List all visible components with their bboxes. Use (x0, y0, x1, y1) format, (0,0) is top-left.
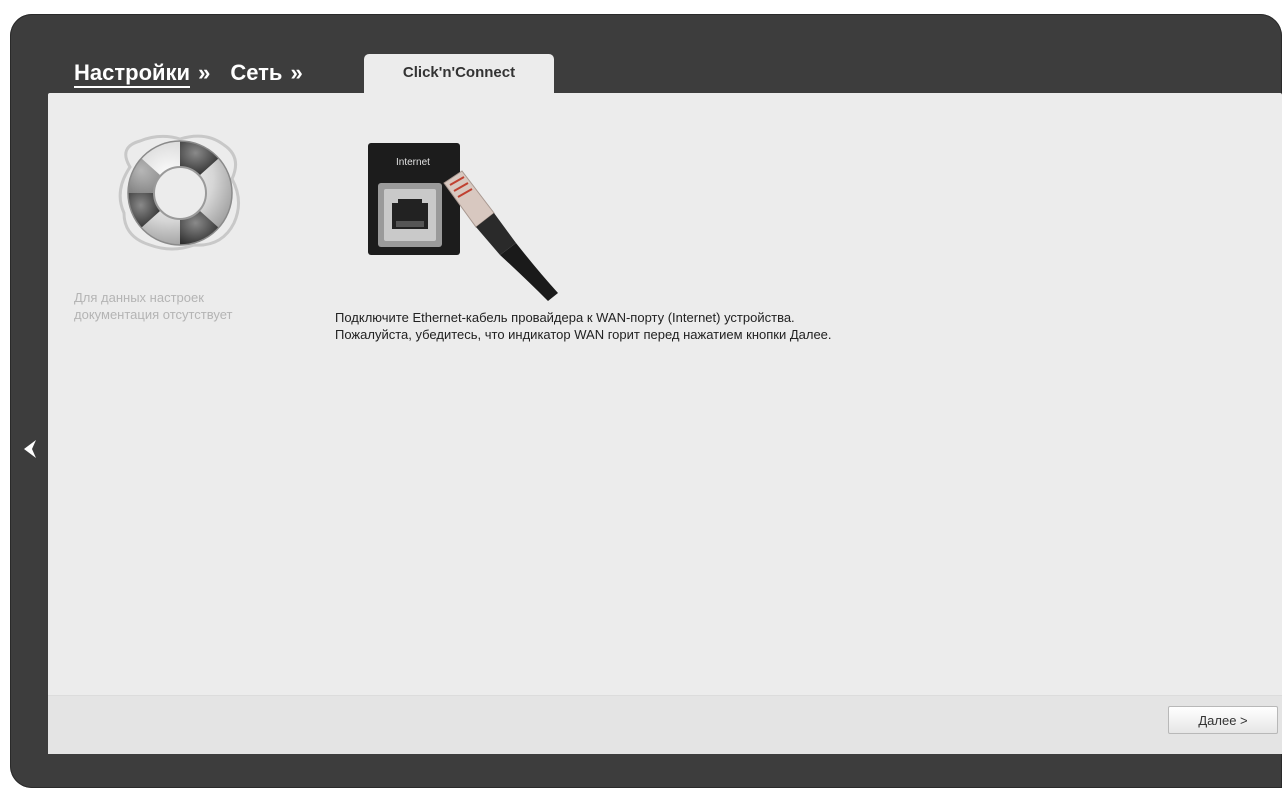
help-text-line: Для данных настроек (74, 290, 204, 305)
breadcrumb-network[interactable]: Сеть (230, 60, 282, 86)
help-text: Для данных настроек документация отсутст… (74, 289, 304, 323)
router-frame: Настройки » Сеть » Click'n'Connect Для д… (10, 14, 1282, 788)
back-arrow-icon[interactable] (18, 434, 40, 464)
ethernet-port-cable-icon: Internet (366, 143, 566, 303)
instruction-line: Пожалуйста, убедитесь, что индикатор WAN… (335, 327, 832, 342)
footer-bar: Далее > (48, 695, 1282, 754)
breadcrumb-separator: » (290, 60, 303, 85)
instruction-line: Подключите Ethernet-кабель провайдера к … (335, 310, 795, 325)
breadcrumb-separator: » (198, 60, 211, 85)
instructions: Подключите Ethernet-кабель провайдера к … (335, 309, 832, 343)
help-text-line: документация отсутствует (74, 307, 233, 322)
breadcrumb-settings-link[interactable]: Настройки (74, 60, 191, 88)
next-button[interactable]: Далее > (1168, 706, 1278, 734)
lifebuoy-icon (110, 127, 250, 257)
content-panel: Для данных настроек документация отсутст… (48, 93, 1282, 754)
tab-click-n-connect[interactable]: Click'n'Connect (364, 54, 554, 94)
breadcrumb: Настройки » Сеть » (74, 60, 323, 88)
port-label: Internet (396, 157, 430, 168)
